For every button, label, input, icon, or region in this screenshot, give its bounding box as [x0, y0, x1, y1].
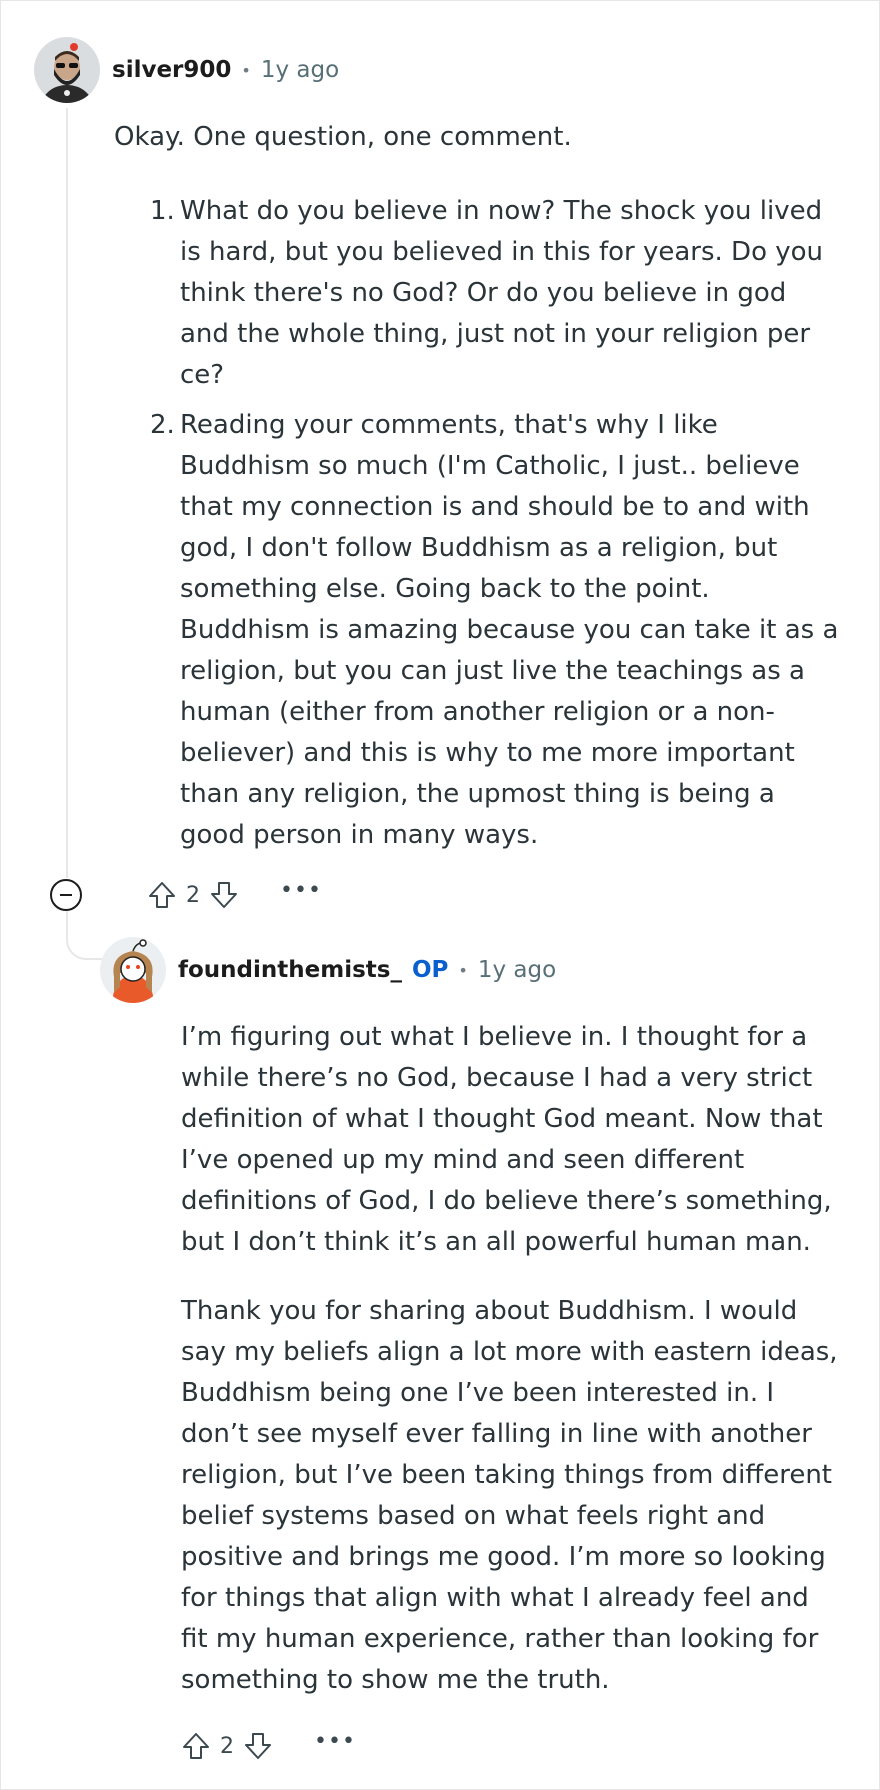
reply-body: I’m figuring out what I believe in. I th… [181, 1017, 861, 1701]
collapse-thread-button[interactable] [50, 879, 82, 911]
reply-line: Thank you for sharing about Buddhism. I … [181, 1296, 798, 1326]
reply-line: positive and brings me good. I’m more so… [181, 1542, 826, 1572]
downvote-button[interactable] [240, 1726, 276, 1766]
list-item-line: good person in many ways. [180, 820, 539, 850]
list-item-line: god, I don't follow Buddhism as a religi… [180, 533, 778, 563]
reply-line: definitions of God, I do believe there’s… [181, 1186, 832, 1216]
comment-body: Okay. One question, one comment. 1. What… [114, 117, 854, 856]
meta-separator: • [241, 60, 251, 80]
list-item-line: something else. Going back to the point. [180, 574, 710, 604]
list-item-line: believer) and this is why to me more imp… [180, 738, 795, 768]
comment-action-bar: 2 ••• [50, 873, 322, 917]
list-item-line: is hard, but you believed in this for ye… [180, 237, 824, 267]
list-item-number: 2. [150, 410, 175, 440]
list-item-line: human (either from another religion or a… [180, 697, 775, 727]
reply-action-bar: 2 ••• [178, 1724, 356, 1768]
arrow-down-outline-icon [245, 1733, 271, 1759]
reply-line: for things that align with what I alread… [181, 1583, 809, 1613]
op-badge: OP [411, 957, 449, 983]
reply-line: belief systems based on what feels right… [181, 1501, 766, 1531]
list-item-line: think there's no God? Or do you believe … [180, 278, 787, 308]
list-item-line: religion, but you can just live the teac… [180, 656, 805, 686]
reply-line: but I don’t think it’s an all powerful h… [181, 1227, 811, 1257]
list-item-line: Buddhism so much (I'm Catholic, I just..… [180, 451, 800, 481]
list-item-line: Buddhism is amazing because you can take… [180, 615, 839, 645]
timestamp[interactable]: 1y ago [478, 957, 556, 983]
reply-meta: foundinthemists_ OP • 1y ago [178, 957, 556, 983]
list-item: 2. Reading your comments, that's why I l… [114, 405, 854, 856]
reply-line: while there’s no God, because I had a ve… [181, 1063, 813, 1093]
reply-line: Buddhism being one I’ve been interested … [181, 1378, 775, 1408]
reply-line: fit my human experience, rather than loo… [181, 1624, 819, 1654]
comment-numbered-list: 1. What do you believe in now? The shock… [114, 191, 854, 856]
comment-intro: Okay. One question, one comment. [114, 122, 572, 152]
comment-meta: silver900 • 1y ago [112, 57, 339, 83]
list-item-line: that my connection is and should be to a… [180, 492, 810, 522]
reply-line: something to show me the truth. [181, 1665, 610, 1695]
reply-line: I’m figuring out what I believe in. I th… [181, 1022, 808, 1052]
thread-line[interactable] [66, 108, 68, 878]
meta-separator: • [458, 960, 468, 980]
list-item-number: 1. [150, 196, 175, 226]
reply-line: definition of what I thought God meant. … [181, 1104, 823, 1134]
arrow-up-outline-icon [183, 1733, 209, 1759]
user-avatar-icon [34, 37, 100, 103]
reply-paragraph: I’m figuring out what I believe in. I th… [181, 1017, 861, 1263]
list-item-line: and the whole thing, just not in your re… [180, 319, 811, 349]
arrow-up-outline-icon [149, 882, 175, 908]
username-link[interactable]: silver900 [112, 57, 231, 83]
list-item-line: What do you believe in now? The shock yo… [180, 196, 823, 226]
comment-header: silver900 • 1y ago [34, 37, 339, 103]
vote-count: 2 [186, 882, 200, 908]
list-item-line: than any religion, the upmost thing is b… [180, 779, 775, 809]
downvote-button[interactable] [206, 875, 242, 915]
username-link[interactable]: foundinthemists_ [178, 957, 402, 983]
reply-line: say my beliefs align a lot more with eas… [181, 1337, 838, 1367]
more-options-button[interactable]: ••• [280, 880, 322, 910]
reply-header: foundinthemists_ OP • 1y ago [100, 937, 556, 1003]
reply-paragraph: Thank you for sharing about Buddhism. I … [181, 1291, 861, 1701]
reply-line: I’ve opened up my mind and seen differen… [181, 1145, 745, 1175]
list-item: 1. What do you believe in now? The shock… [114, 191, 854, 396]
timestamp[interactable]: 1y ago [261, 57, 339, 83]
reply-line: religion, but I’ve been taking things fr… [181, 1460, 833, 1490]
arrow-down-outline-icon [211, 882, 237, 908]
avatar[interactable] [34, 37, 100, 103]
user-avatar-icon [100, 937, 166, 1003]
reply-line: don’t see myself ever falling in line wi… [181, 1419, 812, 1449]
list-item-line: Reading your comments, that's why I like [180, 410, 718, 440]
more-options-button[interactable]: ••• [314, 1731, 356, 1761]
upvote-button[interactable] [178, 1726, 214, 1766]
vote-count: 2 [220, 1733, 234, 1759]
list-item-line: ce? [180, 360, 225, 390]
upvote-button[interactable] [144, 875, 180, 915]
avatar[interactable] [100, 937, 166, 1003]
